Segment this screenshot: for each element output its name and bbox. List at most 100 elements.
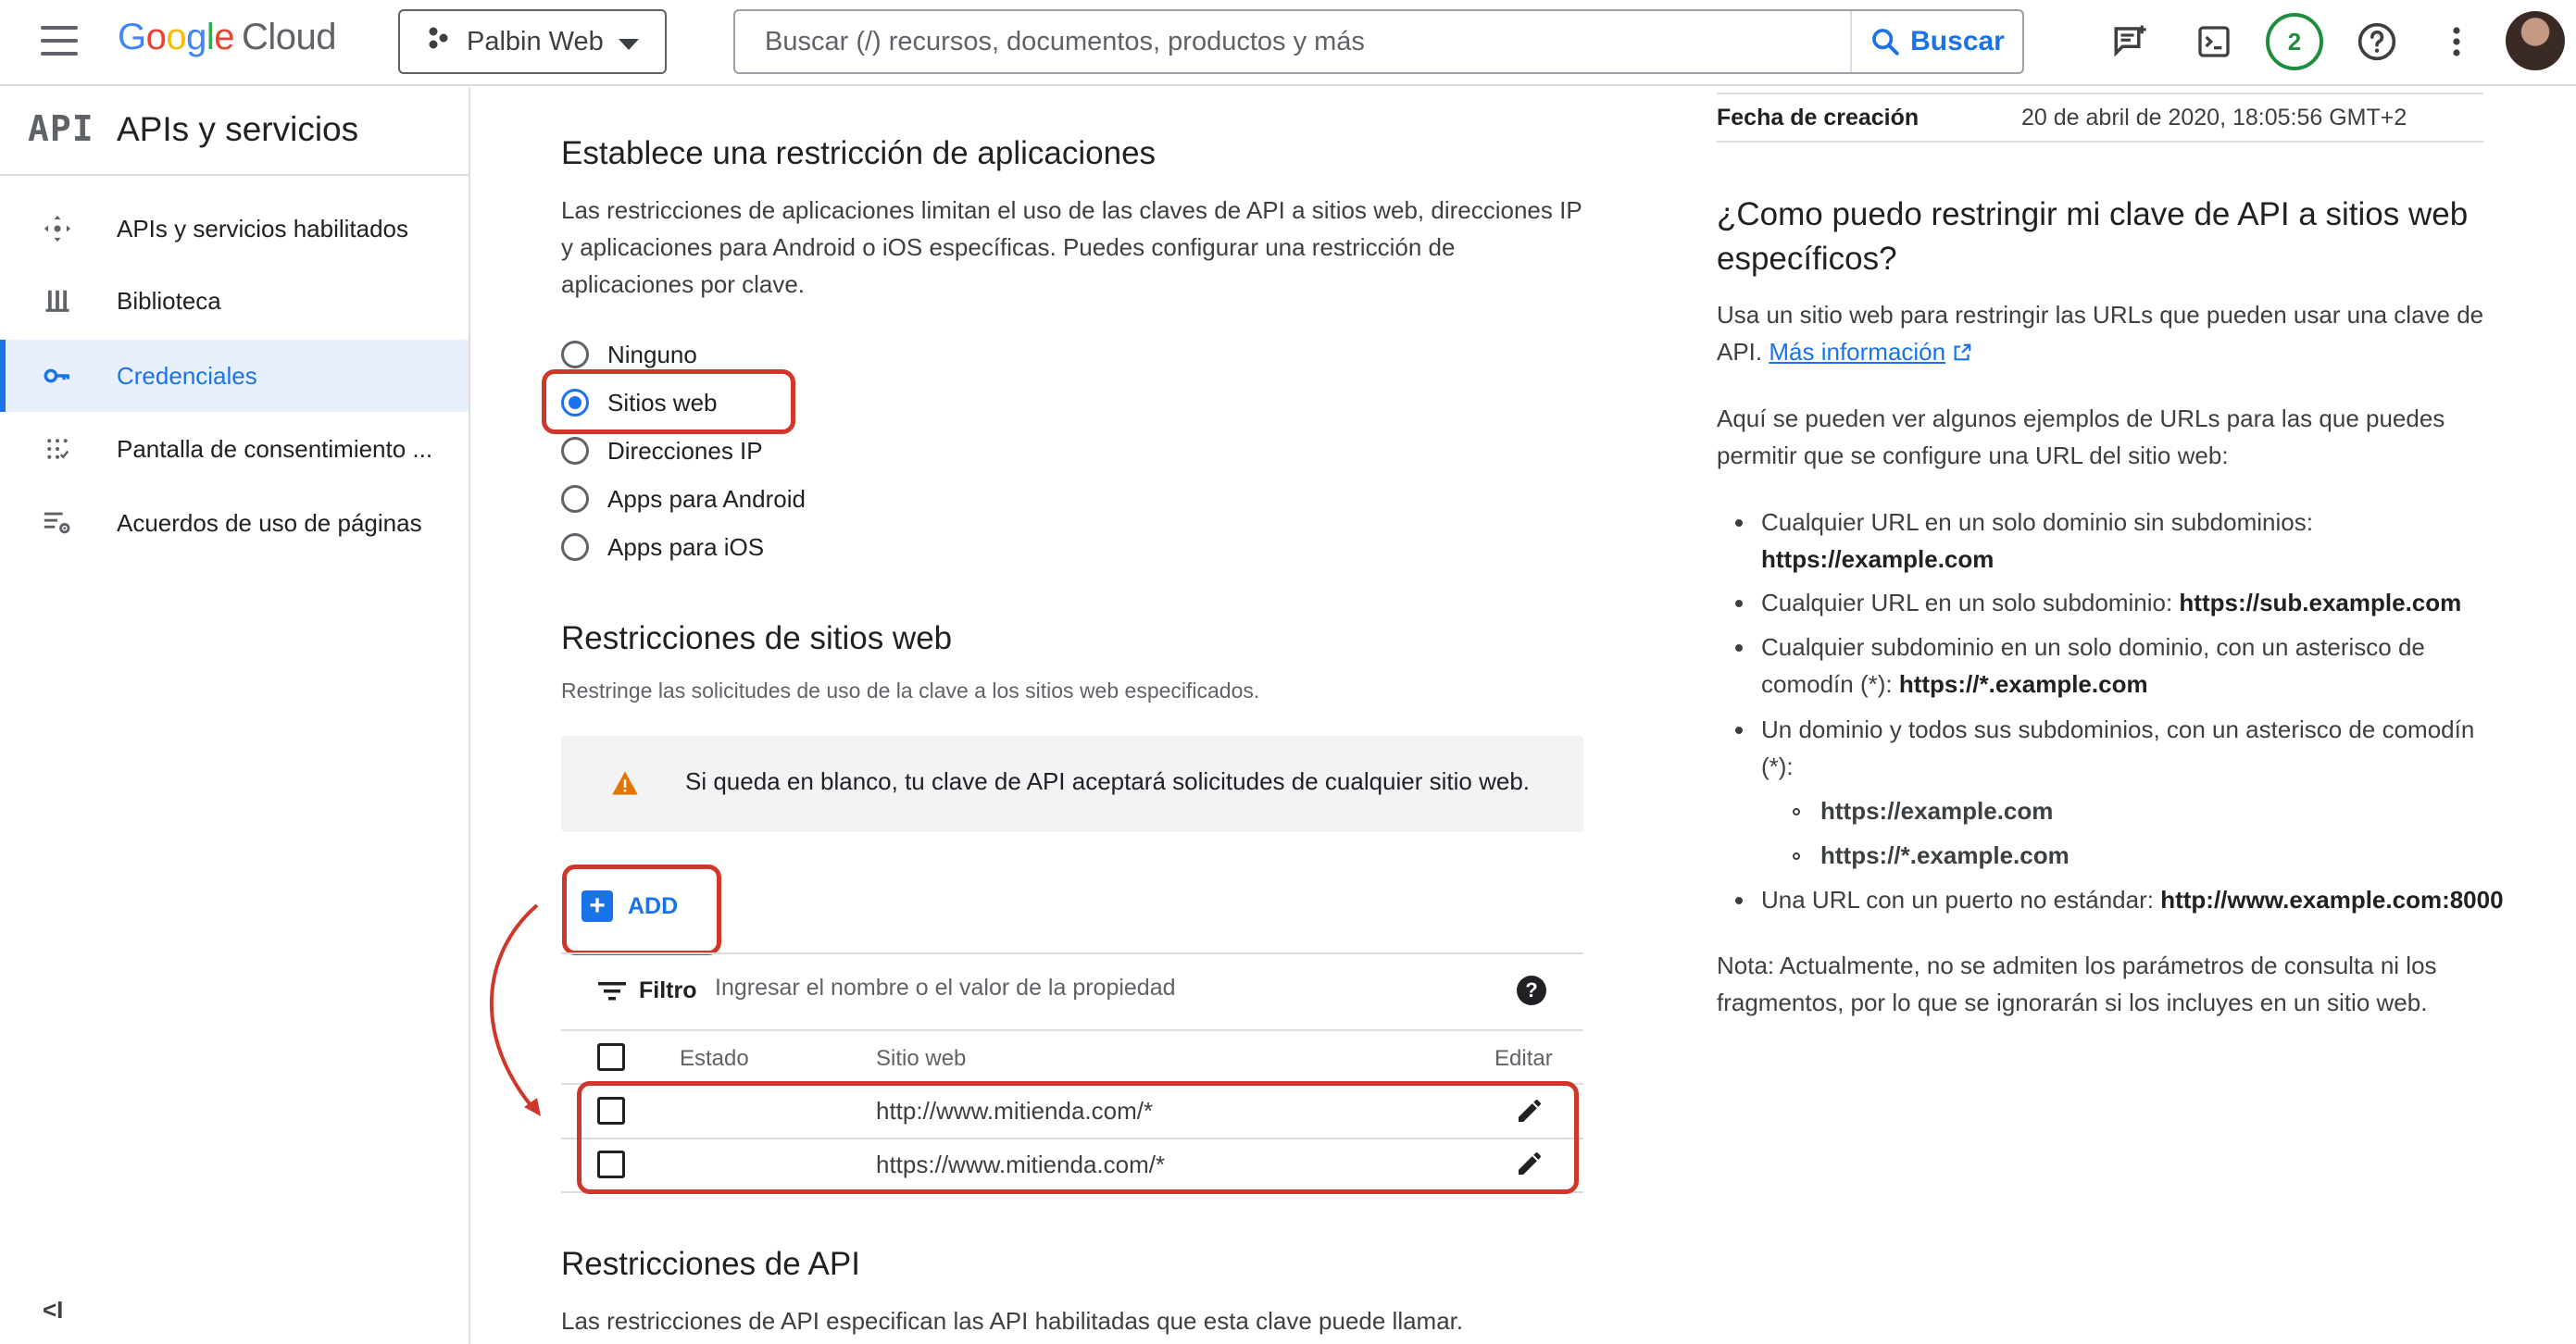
list-bullet: [1735, 897, 1743, 904]
help-intro-line: API. Más información: [1717, 333, 2483, 370]
help-intro-prefix: API.: [1717, 338, 1769, 366]
sidebar-item-credentials[interactable]: Credenciales: [0, 340, 469, 412]
more-vert-icon[interactable]: [2435, 20, 2478, 63]
app-restriction-description: Las restricciones de aplicaciones limita…: [561, 192, 1598, 303]
list-sub-bullet: [1793, 808, 1800, 815]
help-intro-line: Usa un sitio web para restringir las URL…: [1717, 301, 2484, 329]
list-bullet: [1735, 727, 1743, 734]
project-selector[interactable]: Palbin Web: [398, 9, 667, 74]
api-logo: API: [28, 108, 94, 149]
list-item: Un dominio y todos sus subdominios, con …: [1761, 711, 2474, 785]
radio-label: Apps para iOS: [607, 532, 765, 561]
help-note: Nota: Actualmente, no se admiten los par…: [1717, 947, 2437, 1021]
project-icon: [426, 26, 450, 57]
api-restrictions-title: Restricciones de API: [561, 1246, 860, 1282]
help-examples-line: Aquí se pueden ver algunos ejemplos de U…: [1717, 404, 2445, 432]
main-menu-icon[interactable]: [41, 26, 78, 57]
library-icon: [41, 284, 74, 317]
sidebar-item-library[interactable]: Biblioteca: [0, 265, 469, 337]
help-title-line: ¿Como puedo restringir mi clave de API a…: [1717, 196, 2469, 232]
radio-button[interactable]: [561, 533, 589, 561]
more-info-link[interactable]: Más información: [1769, 338, 1945, 366]
list-item-url: http://www.example.com:8000: [2160, 886, 2504, 914]
filter-input[interactable]: [715, 975, 1456, 1002]
apis-hub-icon: [41, 212, 74, 245]
radio-ip-addresses[interactable]: Direcciones IP: [561, 432, 763, 469]
annotation-highlight-websites: [542, 369, 795, 434]
sidebar-title: APIs y servicios: [117, 110, 359, 148]
list-item: Una URL con un puerto no estándar: http:…: [1761, 881, 2504, 918]
settings-list-icon: [41, 506, 74, 540]
key-icon: [41, 359, 74, 392]
select-all-checkbox[interactable]: [597, 1043, 625, 1071]
consent-icon: [41, 432, 74, 466]
list-bullet: [1735, 519, 1743, 527]
radio-button[interactable]: [561, 341, 589, 368]
list-sub-bullet: [1793, 852, 1800, 860]
notifications-feed-icon[interactable]: [2109, 20, 2152, 63]
list-item-text: comodín (*): https://*.example.com: [1761, 666, 2425, 703]
filter-label: Filtro: [639, 977, 697, 1003]
radio-ios-apps[interactable]: Apps para iOS: [561, 529, 764, 566]
list-item-url: https://*.example.com: [1898, 670, 2148, 698]
collapse-sidebar-button[interactable]: <I: [43, 1296, 63, 1325]
sidebar-item-label: Pantalla de consentimiento ...: [117, 434, 433, 463]
annotation-highlight-add: [562, 865, 721, 955]
filter-icon: [598, 981, 626, 1000]
help-examples-line: permitir que se configure una URL del si…: [1717, 442, 2229, 469]
divider: [561, 952, 1583, 954]
list-item-text: Cualquier URL en un solo subdominio:: [1761, 589, 2180, 616]
created-date-label: Fecha de creación: [1717, 105, 1919, 131]
list-item: Cualquier URL en un solo subdominio: htt…: [1761, 584, 2461, 621]
list-item-url: https://sub.example.com: [2179, 589, 2462, 616]
search-button[interactable]: Buscar: [1850, 11, 2022, 72]
notification-count-badge[interactable]: 2: [2266, 13, 2323, 70]
warning-text: Si queda en blanco, tu clave de API acep…: [685, 767, 1531, 795]
divider: [1717, 141, 2483, 143]
search-button-label: Buscar: [1910, 26, 2005, 56]
api-restrictions-description: Las restricciones de API especifican las…: [561, 1307, 1464, 1335]
help-note-line: fragmentos, por lo que se ignorarán si l…: [1717, 989, 2428, 1016]
table-header: Estado Sitio web Editar: [561, 1031, 1583, 1085]
search-input[interactable]: [735, 11, 1854, 72]
top-bar: GoogleCloud Palbin Web Buscar 2: [0, 0, 2576, 86]
created-date-value: 20 de abril de 2020, 18:05:56 GMT+2: [2021, 105, 2407, 131]
warning-banner: Si queda en blanco, tu clave de API acep…: [561, 736, 1583, 832]
description-line: Las restricciones de aplicaciones limita…: [561, 196, 1582, 224]
annotation-highlight-rows: [577, 1081, 1579, 1194]
sidebar-item-enabled-apis[interactable]: APIs y servicios habilitados: [0, 193, 469, 265]
radio-android-apps[interactable]: Apps para Android: [561, 480, 806, 517]
sidebar-item-label: Biblioteca: [117, 286, 221, 315]
list-item-text: Una URL con un puerto no estándar:: [1761, 886, 2161, 914]
radio-label: Ninguno: [607, 340, 697, 368]
google-wordmark: Google: [118, 17, 235, 57]
list-sub-item-url: https://*.example.com: [1820, 841, 2070, 869]
radio-button[interactable]: [561, 437, 589, 465]
filter-button[interactable]: Filtro: [598, 977, 697, 1004]
radio-none[interactable]: Ninguno: [561, 336, 697, 373]
chevron-down-icon: [619, 39, 639, 50]
list-sub-item-url: https://example.com: [1820, 797, 2054, 825]
radio-label: Apps para Android: [607, 484, 806, 513]
sidebar-item-consent-screen[interactable]: Pantalla de consentimiento ...: [0, 413, 469, 485]
google-cloud-logo[interactable]: Google Cloud: [118, 17, 337, 58]
help-icon[interactable]: [2356, 20, 2398, 63]
list-item-text: Un dominio y todos sus subdominios, con …: [1761, 716, 2475, 743]
external-link-icon: [1954, 343, 1971, 361]
cloud-shell-icon[interactable]: [2193, 20, 2235, 63]
app-restriction-title: Establece una restricción de aplicacione…: [561, 135, 1157, 171]
list-item-text: Cualquier URL en un solo dominio sin sub…: [1761, 508, 2313, 536]
search-bar: Buscar: [733, 9, 2024, 74]
sidebar-item-page-agreements[interactable]: Acuerdos de uso de páginas: [0, 487, 469, 559]
filter-help-icon[interactable]: ?: [1517, 976, 1546, 1005]
radio-button[interactable]: [561, 485, 589, 513]
radio-label: Direcciones IP: [607, 436, 763, 465]
help-title-line: específicos?: [1717, 241, 1897, 277]
column-header-status: Estado: [680, 1046, 749, 1071]
help-examples-intro: Aquí se pueden ver algunos ejemplos de U…: [1717, 400, 2445, 474]
project-name: Palbin Web: [467, 26, 604, 56]
description-line: y aplicaciones para Android o iOS especí…: [561, 233, 1456, 261]
user-avatar[interactable]: [2506, 11, 2565, 70]
list-item-url: https://example.com: [1761, 545, 1995, 573]
annotation-arrow: [489, 903, 541, 1116]
